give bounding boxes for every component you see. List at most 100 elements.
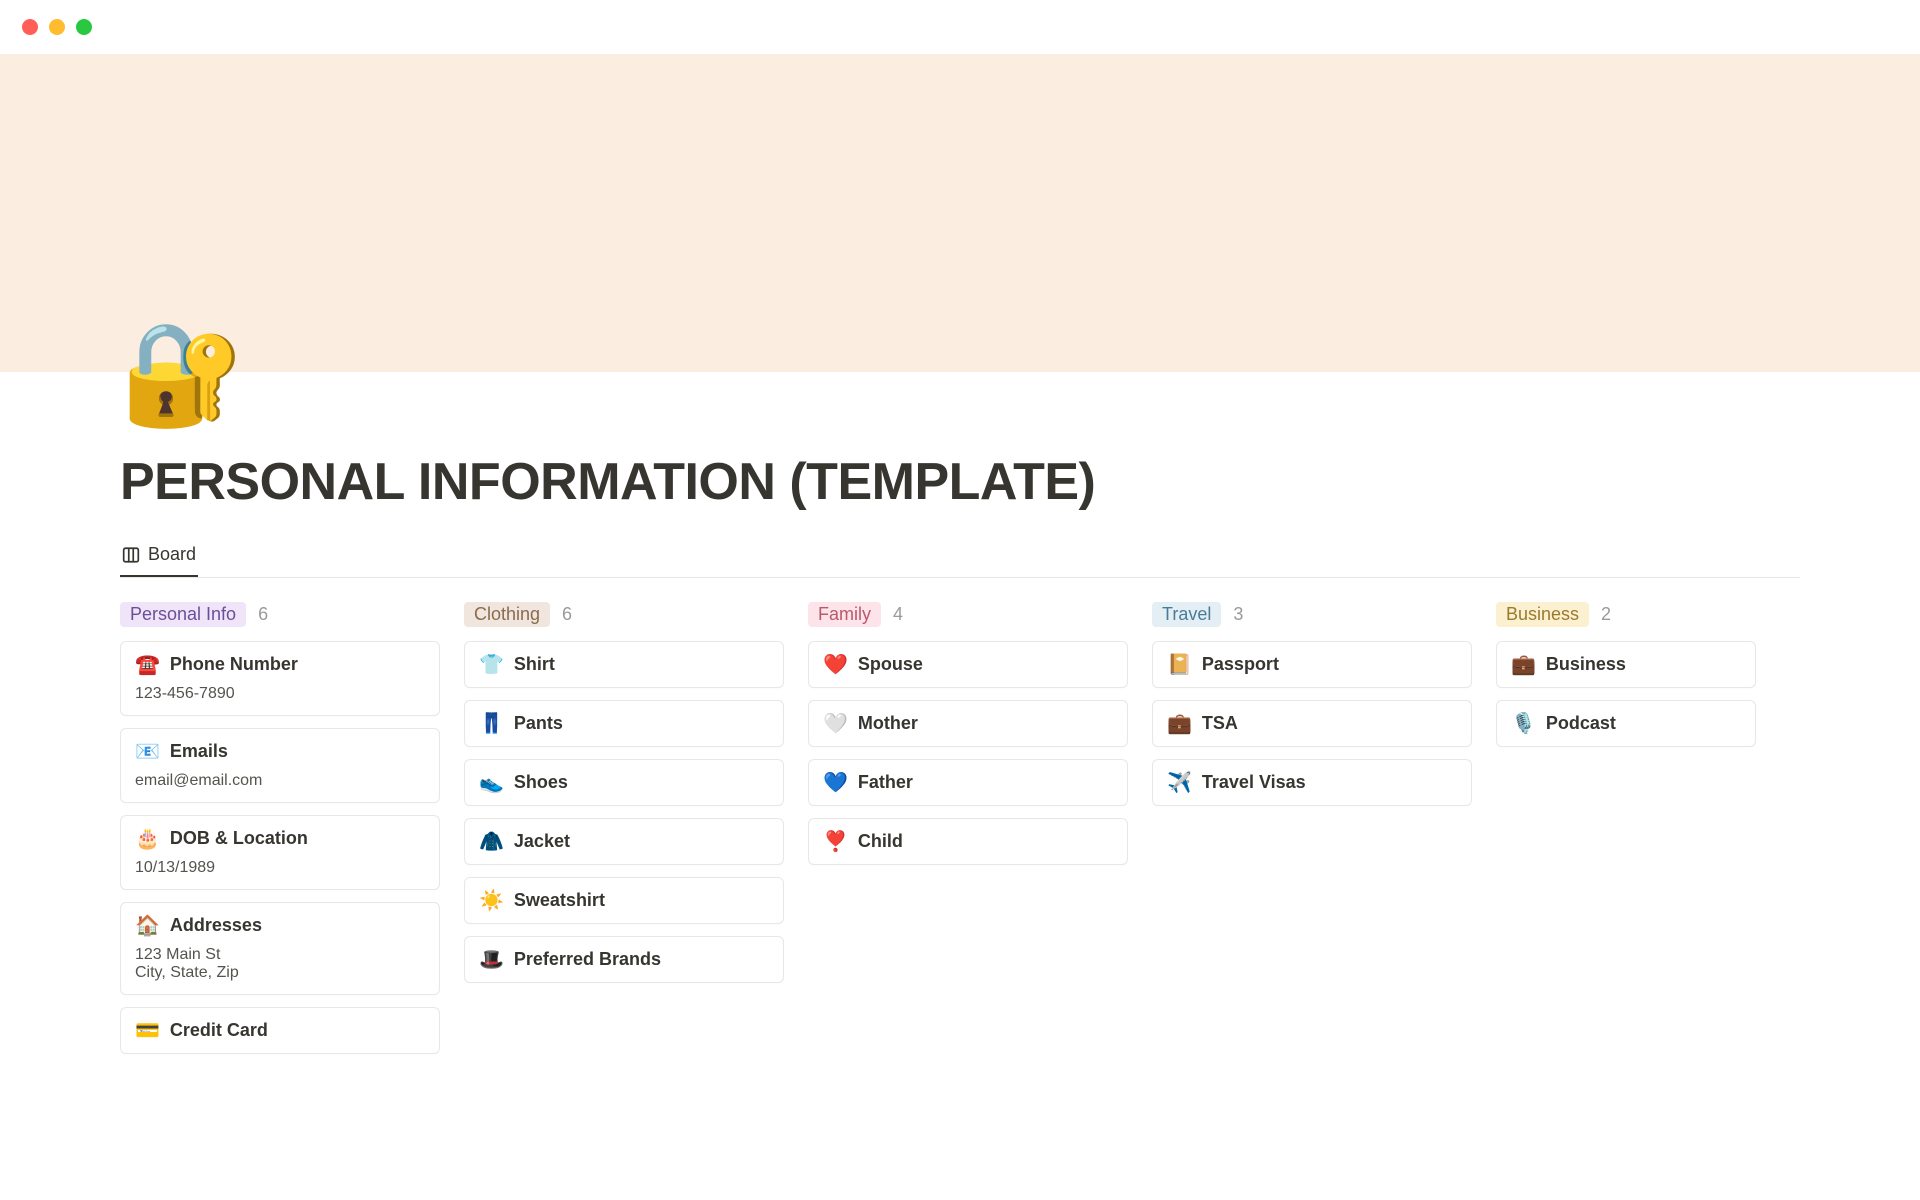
board-card[interactable]: ✈️ Travel Visas <box>1152 759 1472 806</box>
board-card[interactable]: ❣️ Child <box>808 818 1128 865</box>
card-emoji-icon: 📔 <box>1167 655 1192 675</box>
column-header[interactable]: Family4 <box>808 602 1128 627</box>
card-title-row: 🎩 Preferred Brands <box>479 949 769 970</box>
card-title: Child <box>858 831 903 852</box>
board-card[interactable]: 📧 Emails email@email.com <box>120 728 440 803</box>
board-card[interactable]: ☀️ Sweatshirt <box>464 877 784 924</box>
card-title: Preferred Brands <box>514 949 661 970</box>
card-emoji-icon: ☎️ <box>135 655 160 675</box>
board-card[interactable]: 🤍Mother <box>808 700 1128 747</box>
board-column: Personal Info6 ☎️ Phone Number 123-456-7890… <box>120 602 440 1066</box>
board-card[interactable]: 🏠 Addresses 123 Main St City, State, Zip <box>120 902 440 995</box>
card-emoji-icon: 🎙️ <box>1511 714 1536 734</box>
board-card[interactable]: 👕 Shirt <box>464 641 784 688</box>
column-tag: Personal Info <box>120 602 246 627</box>
column-header[interactable]: Personal Info6 <box>120 602 440 627</box>
board-card[interactable]: 🎂 DOB & Location 10/13/1989 <box>120 815 440 890</box>
card-title: Shirt <box>514 654 555 675</box>
window-minimize-button[interactable] <box>49 19 65 35</box>
board-card[interactable]: 👟Shoes <box>464 759 784 806</box>
card-title: TSA <box>1202 713 1238 734</box>
column-count: 6 <box>562 604 572 625</box>
board-card[interactable]: 💙 Father <box>808 759 1128 806</box>
card-title: Pants <box>514 713 563 734</box>
page-icon[interactable]: 🔐 <box>120 324 245 424</box>
card-subtext: 123 Main St City, State, Zip <box>135 946 425 982</box>
board-card[interactable]: 🧥 Jacket <box>464 818 784 865</box>
column-tag: Family <box>808 602 881 627</box>
card-emoji-icon: 🎩 <box>479 950 504 970</box>
column-header[interactable]: Business 2 <box>1496 602 1756 627</box>
card-title-row: ❣️ Child <box>823 831 1113 852</box>
column-tag: Clothing <box>464 602 550 627</box>
board-column: Travel 3 📔 Passport 💼TSA ✈️ Travel Visas <box>1152 602 1472 1066</box>
page-cover: 🔐 <box>0 54 1920 372</box>
window-zoom-button[interactable] <box>76 19 92 35</box>
card-title-row: 💼TSA <box>1167 713 1457 734</box>
board-card[interactable]: ☎️ Phone Number 123-456-7890 <box>120 641 440 716</box>
card-subtext: 10/13/1989 <box>135 859 425 877</box>
card-title: DOB & Location <box>170 828 308 849</box>
board-column: Family4 ❤️Spouse 🤍Mother 💙 Father ❣️ Child <box>808 602 1128 1066</box>
column-tag: Travel <box>1152 602 1221 627</box>
card-title-row: 💙 Father <box>823 772 1113 793</box>
card-title-row: 👖 Pants <box>479 713 769 734</box>
board-card[interactable]: 💼 Business <box>1496 641 1756 688</box>
board-card[interactable]: 👖 Pants <box>464 700 784 747</box>
card-emoji-icon: 🏠 <box>135 916 160 936</box>
card-emoji-icon: 💼 <box>1511 655 1536 675</box>
card-emoji-icon: 👕 <box>479 655 504 675</box>
card-title-row: 📧 Emails <box>135 741 425 762</box>
page-title[interactable]: PERSONAL INFORMATION (TEMPLATE) <box>120 452 1920 512</box>
card-emoji-icon: 🎂 <box>135 829 160 849</box>
card-title-row: 🎂 DOB & Location <box>135 828 425 849</box>
card-title-row: ☀️ Sweatshirt <box>479 890 769 911</box>
card-title: Sweatshirt <box>514 890 605 911</box>
card-title: Father <box>858 772 913 793</box>
card-title: Emails <box>170 741 228 762</box>
card-title: Business <box>1546 654 1626 675</box>
card-title: Jacket <box>514 831 570 852</box>
column-tag: Business <box>1496 602 1589 627</box>
view-tab-label: Board <box>148 544 196 565</box>
card-title-row: 🧥 Jacket <box>479 831 769 852</box>
board-card[interactable]: 🎙️Podcast <box>1496 700 1756 747</box>
card-emoji-icon: 💙 <box>823 773 848 793</box>
window-titlebar <box>0 0 1920 54</box>
board-card[interactable]: 📔 Passport <box>1152 641 1472 688</box>
card-title: Travel Visas <box>1202 772 1306 793</box>
card-emoji-icon: 🤍 <box>823 714 848 734</box>
card-emoji-icon: ✈️ <box>1167 773 1192 793</box>
card-title: Passport <box>1202 654 1279 675</box>
column-count: 3 <box>1233 604 1243 625</box>
column-count: 2 <box>1601 604 1611 625</box>
board-card[interactable]: 🎩 Preferred Brands <box>464 936 784 983</box>
card-title-row: 📔 Passport <box>1167 654 1457 675</box>
card-title-row: ❤️Spouse <box>823 654 1113 675</box>
board-card[interactable]: 💳Credit Card <box>120 1007 440 1054</box>
card-emoji-icon: ☀️ <box>479 891 504 911</box>
card-emoji-icon: 📧 <box>135 742 160 762</box>
card-title: Addresses <box>170 915 262 936</box>
view-tab-board[interactable]: Board <box>120 536 198 577</box>
card-emoji-icon: 👖 <box>479 714 504 734</box>
board-column: Business 2 💼 Business 🎙️Podcast <box>1496 602 1756 1066</box>
card-subtext: 123-456-7890 <box>135 685 425 703</box>
column-header[interactable]: Travel 3 <box>1152 602 1472 627</box>
card-title-row: 🎙️Podcast <box>1511 713 1741 734</box>
board-icon <box>122 546 140 564</box>
card-title-row: 🏠 Addresses <box>135 915 425 936</box>
column-header[interactable]: Clothing 6 <box>464 602 784 627</box>
card-title-row: 💼 Business <box>1511 654 1741 675</box>
card-title-row: ✈️ Travel Visas <box>1167 772 1457 793</box>
card-title-row: ☎️ Phone Number <box>135 654 425 675</box>
card-title: Phone Number <box>170 654 298 675</box>
card-emoji-icon: ❣️ <box>823 832 848 852</box>
card-subtext: email@email.com <box>135 772 425 790</box>
window-close-button[interactable] <box>22 19 38 35</box>
board-card[interactable]: 💼TSA <box>1152 700 1472 747</box>
card-emoji-icon: 🧥 <box>479 832 504 852</box>
board-card[interactable]: ❤️Spouse <box>808 641 1128 688</box>
card-emoji-icon: ❤️ <box>823 655 848 675</box>
board-column: Clothing 6 👕 Shirt 👖 Pants 👟Shoes 🧥 Jacket ☀️ Swea… <box>464 602 784 1066</box>
